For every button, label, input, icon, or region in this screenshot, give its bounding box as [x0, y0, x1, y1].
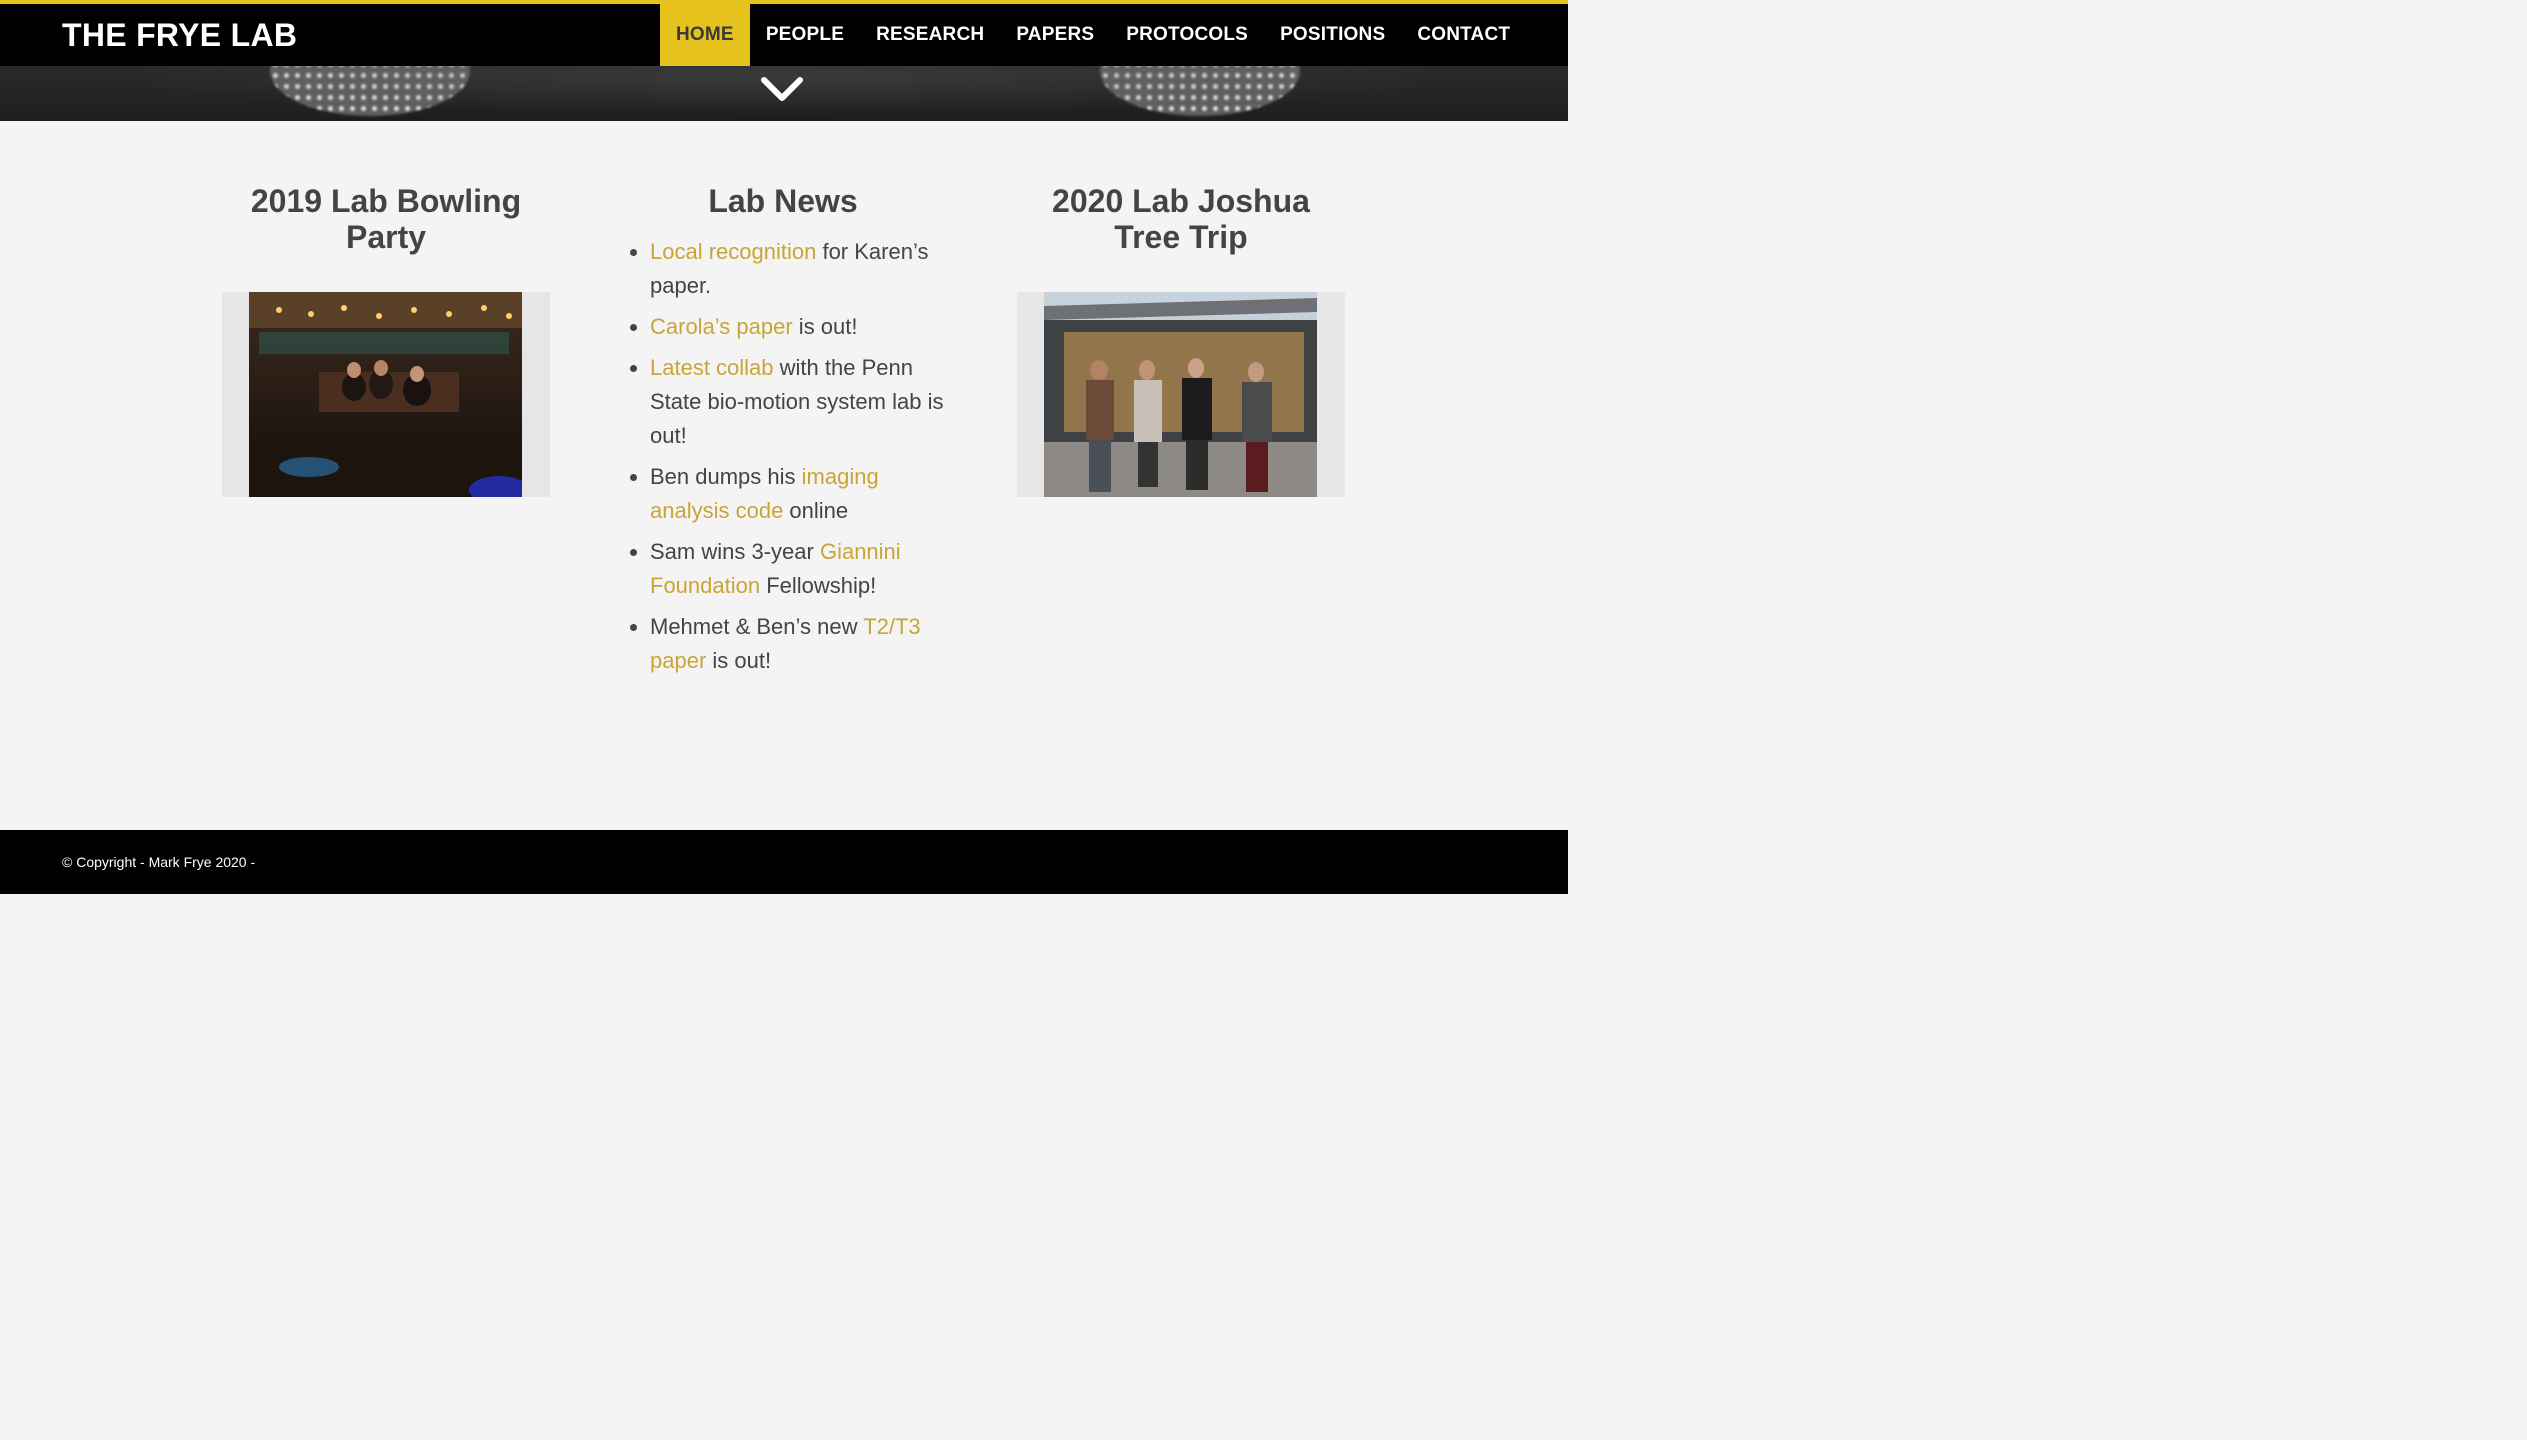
bowling-photo-frame [222, 292, 550, 497]
news-link[interactable]: Latest collab [650, 355, 774, 380]
hero-banner [0, 66, 1568, 121]
chevron-down-icon[interactable] [760, 72, 804, 104]
news-item: Ben dumps his imaging analysis code onli… [650, 460, 944, 528]
joshua-tree-title: 2020 Lab Joshua Tree Trip [1052, 183, 1310, 255]
bowling-party-title: 2019 Lab Bowling Party [250, 183, 522, 255]
nav-research[interactable]: RESEARCH [860, 4, 1000, 66]
news-item: Carola’s paper is out! [650, 310, 944, 344]
site-title[interactable]: THE FRYE LAB [62, 17, 297, 54]
nav-protocols[interactable]: PROTOCOLS [1110, 4, 1264, 66]
lab-news-section: Lab News Local recognition for Karen’s p… [622, 183, 944, 685]
lab-news-title: Lab News [708, 183, 858, 219]
news-item: Mehmet & Ben’s new T2/T3 paper is out! [650, 610, 944, 678]
top-navigation-bar: THE FRYE LAB HOME PEOPLE RESEARCH PAPERS… [0, 0, 1568, 66]
joshua-tree-section: 2020 Lab Joshua Tree Trip [1017, 183, 1345, 255]
copyright-text: © Copyright - Mark Frye 2020 - [62, 854, 256, 870]
nav-papers[interactable]: PAPERS [1000, 4, 1110, 66]
joshua-tree-photo-frame [1017, 292, 1345, 497]
news-item: Sam wins 3-year Giannini Foundation Fell… [650, 535, 944, 603]
news-item: Latest collab with the Penn State bio-mo… [650, 351, 944, 453]
news-item: Local recognition for Karen’s paper. [650, 235, 944, 303]
nav-people[interactable]: PEOPLE [750, 4, 860, 66]
joshua-tree-photo[interactable] [1044, 292, 1317, 497]
news-link[interactable]: Local recognition [650, 239, 816, 264]
nav-home[interactable]: HOME [660, 4, 750, 66]
main-nav: HOME PEOPLE RESEARCH PAPERS PROTOCOLS PO… [660, 4, 1526, 66]
bowling-party-photo[interactable] [249, 292, 522, 497]
bowling-party-section: 2019 Lab Bowling Party [222, 183, 550, 255]
news-list: Local recognition for Karen’s paper. Car… [622, 235, 944, 678]
nav-contact[interactable]: CONTACT [1401, 4, 1526, 66]
nav-positions[interactable]: POSITIONS [1264, 4, 1401, 66]
footer: © Copyright - Mark Frye 2020 - [0, 830, 1568, 894]
news-link[interactable]: Carola’s paper [650, 314, 793, 339]
